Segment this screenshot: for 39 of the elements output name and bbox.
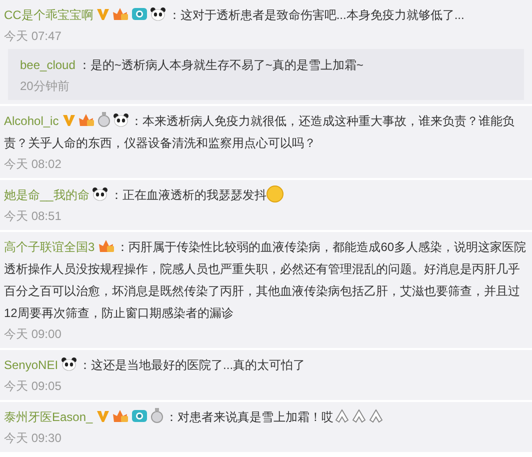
timestamp: 20分钟前 [20, 79, 70, 93]
comment-text: ：丙肝属于传染性比较弱的血液传染病，都能造成60多人感染，说明这家医院 [116, 240, 526, 254]
comment-text: ：本来透析病人免疫力就很低，还造成这种重大事故，谁来负责？谁能负 [130, 114, 515, 128]
username-link[interactable]: CC是个乖宝宝啊 [4, 8, 94, 22]
crown-badge-icon [98, 238, 115, 253]
emoji-icon [266, 185, 284, 203]
camera-icon [131, 6, 148, 21]
medal-icon [96, 112, 111, 127]
comment-text: ：对患者来说真是雪上加霜！哎 [166, 410, 334, 424]
timestamp: 今天 07:47 [4, 29, 62, 43]
panda-icon [61, 357, 78, 371]
comment-text: ：正在血液透析的我瑟瑟发抖 [110, 188, 266, 202]
username-link[interactable]: Alcohol_ic [4, 114, 59, 128]
panda-icon [150, 7, 166, 21]
timestamp: 今天 08:02 [4, 157, 62, 171]
username-link[interactable]: 她是命__我的命 [4, 188, 90, 202]
comment-text: 责？关乎人命的东西，仪器设备清洗和监察用点心可以吗？ [4, 135, 317, 152]
v-badge-icon [62, 113, 76, 127]
medal-icon [150, 408, 164, 423]
v-badge-icon [96, 409, 110, 423]
username-link[interactable]: bee_cloud [20, 58, 76, 72]
timestamp: 今天 09:05 [4, 379, 62, 393]
comment-text: ：这还是当地最好的医院了...真的太可怕了 [79, 358, 306, 372]
username-link[interactable]: 高个子联谊全国3 [4, 240, 95, 254]
comment-text: ：这对于透析患者是致命伤害吧...本身免疫力就够低了... [168, 8, 464, 22]
comment-text: 透析操作人员没按规程操作，院感人员也严重失职，必然还有管理混乱的问题。好消息是丙肝几乎百分之百可以治愈，坏消息是既然传染了丙肝，其他血液传染病包括乙肝，艾滋也要筛查，并且过12周要再次筛查，防止窗口期感染者的漏诊 [4, 261, 521, 322]
timestamp: 今天 09:00 [4, 327, 62, 341]
username-link[interactable]: SenyoNEI [4, 358, 58, 372]
camera-icon [130, 408, 148, 423]
panda-icon [112, 113, 129, 127]
timestamp: 今天 08:51 [4, 209, 62, 223]
v-badge-icon [96, 7, 110, 21]
comment-text: ：是的~透析病人本身就生存不易了~真的是雪上加霜~ [78, 58, 364, 72]
username-link[interactable]: 泰州牙医Eason_ [4, 410, 93, 424]
crown-badge-icon [112, 6, 130, 21]
crown-badge-icon [112, 408, 129, 423]
crown-badge-icon [78, 112, 95, 127]
timestamp: 今天 09:30 [4, 431, 62, 445]
panda-icon [92, 187, 108, 201]
